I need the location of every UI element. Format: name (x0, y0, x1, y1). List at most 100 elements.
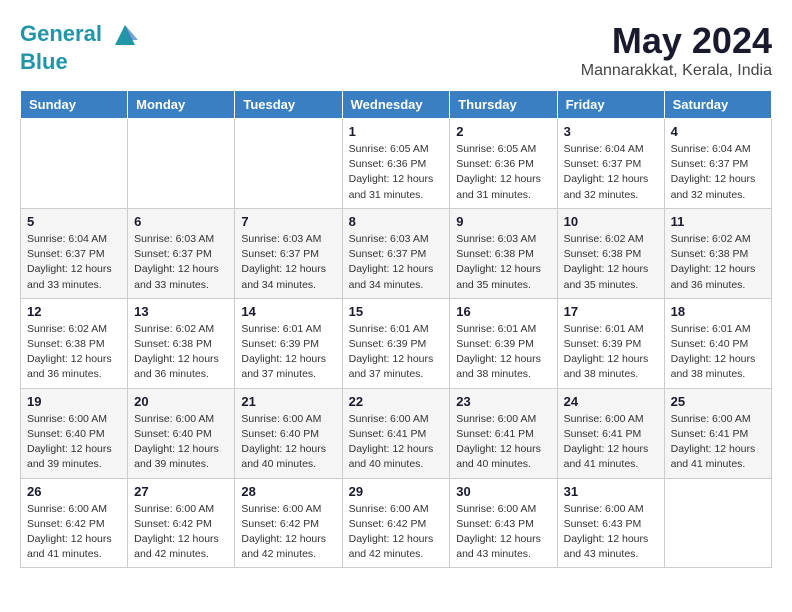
calendar-cell: 31 Sunrise: 6:00 AMSunset: 6:43 PMDayligh… (557, 478, 664, 568)
weekday-header-sunday: Sunday (21, 91, 128, 119)
day-info: Sunrise: 6:01 AMSunset: 6:39 PMDaylight:… (241, 322, 335, 383)
day-info: Sunrise: 6:00 AMSunset: 6:41 PMDaylight:… (349, 412, 444, 473)
calendar-cell: 28Sunrise: 6:00 AMSunset: 6:42 PMDayligh… (235, 478, 342, 568)
calendar-cell: 27 Sunrise: 6:00 AMSunset: 6:42 PMDayligh… (128, 478, 235, 568)
calendar-week-3: 12 Sunrise: 6:02 AMSunset: 6:38 PMDayligh… (21, 298, 772, 388)
day-number: 29 (349, 484, 444, 499)
day-number: 25 (671, 394, 765, 409)
calendar-header-row: SundayMondayTuesdayWednesdayThursdayFrid… (21, 91, 772, 119)
day-info: Sunrise: 6:00 AMSunset: 6:40 PMDaylight:… (27, 412, 121, 473)
day-number: 11 (671, 214, 765, 229)
calendar-cell: 18 Sunrise: 6:01 AMSunset: 6:40 PMDayligh… (664, 298, 771, 388)
day-number: 8 (349, 214, 444, 229)
subtitle: Mannarakkat, Kerala, India (581, 62, 772, 80)
day-number: 14 (241, 304, 335, 319)
weekday-header-saturday: Saturday (664, 91, 771, 119)
day-info: Sunrise: 6:02 AMSunset: 6:38 PMDaylight:… (564, 232, 658, 293)
calendar-cell: 17Sunrise: 6:01 AMSunset: 6:39 PMDayligh… (557, 298, 664, 388)
calendar-cell: 30 Sunrise: 6:00 AMSunset: 6:43 PMDayligh… (450, 478, 557, 568)
day-info: Sunrise: 6:05 AMSunset: 6:36 PMDaylight:… (349, 142, 444, 203)
day-number: 27 (134, 484, 228, 499)
weekday-header-monday: Monday (128, 91, 235, 119)
day-number: 9 (456, 214, 550, 229)
day-number: 30 (456, 484, 550, 499)
day-number: 6 (134, 214, 228, 229)
day-number: 1 (349, 124, 444, 139)
weekday-header-wednesday: Wednesday (342, 91, 450, 119)
weekday-header-friday: Friday (557, 91, 664, 119)
day-info: Sunrise: 6:00 AMSunset: 6:42 PMDaylight:… (134, 502, 228, 563)
day-info: Sunrise: 6:03 AMSunset: 6:37 PMDaylight:… (241, 232, 335, 293)
day-number: 23 (456, 394, 550, 409)
day-info: Sunrise: 6:00 AMSunset: 6:40 PMDaylight:… (241, 412, 335, 473)
calendar-week-2: 5 Sunrise: 6:04 AMSunset: 6:37 PMDaylight… (21, 208, 772, 298)
day-number: 13 (134, 304, 228, 319)
day-number: 4 (671, 124, 765, 139)
day-info: Sunrise: 6:03 AMSunset: 6:37 PMDaylight:… (134, 232, 228, 293)
calendar-cell: 16 Sunrise: 6:01 AMSunset: 6:39 PMDayligh… (450, 298, 557, 388)
calendar-cell: 23Sunrise: 6:00 AMSunset: 6:41 PMDayligh… (450, 388, 557, 478)
day-info: Sunrise: 6:04 AMSunset: 6:37 PMDaylight:… (671, 142, 765, 203)
calendar-cell: 4 Sunrise: 6:04 AMSunset: 6:37 PMDaylight… (664, 119, 771, 209)
day-info: Sunrise: 6:01 AMSunset: 6:39 PMDaylight:… (564, 322, 658, 383)
day-number: 12 (27, 304, 121, 319)
calendar-cell: 6 Sunrise: 6:03 AMSunset: 6:37 PMDaylight… (128, 208, 235, 298)
calendar-week-5: 26Sunrise: 6:00 AMSunset: 6:42 PMDayligh… (21, 478, 772, 568)
day-info: Sunrise: 6:00 AMSunset: 6:40 PMDaylight:… (134, 412, 228, 473)
day-info: Sunrise: 6:00 AMSunset: 6:43 PMDaylight:… (564, 502, 658, 563)
calendar-cell: 29 Sunrise: 6:00 AMSunset: 6:42 PMDayligh… (342, 478, 450, 568)
day-info: Sunrise: 6:05 AMSunset: 6:36 PMDaylight:… (456, 142, 550, 203)
day-number: 21 (241, 394, 335, 409)
day-info: Sunrise: 6:00 AMSunset: 6:41 PMDaylight:… (564, 412, 658, 473)
day-number: 10 (564, 214, 658, 229)
calendar-cell: 25 Sunrise: 6:00 AMSunset: 6:41 PMDayligh… (664, 388, 771, 478)
page-header: General Blue May 2024 Mannarakkat, Keral… (20, 20, 772, 80)
day-info: Sunrise: 6:02 AMSunset: 6:38 PMDaylight:… (671, 232, 765, 293)
day-number: 20 (134, 394, 228, 409)
calendar-cell (664, 478, 771, 568)
day-number: 5 (27, 214, 121, 229)
calendar-cell: 22 Sunrise: 6:00 AMSunset: 6:41 PMDayligh… (342, 388, 450, 478)
logo: General Blue (20, 20, 140, 74)
day-number: 31 (564, 484, 658, 499)
day-number: 18 (671, 304, 765, 319)
day-info: Sunrise: 6:00 AMSunset: 6:43 PMDaylight:… (456, 502, 550, 563)
calendar-cell (235, 119, 342, 209)
calendar-cell: 19 Sunrise: 6:00 AMSunset: 6:40 PMDayligh… (21, 388, 128, 478)
calendar-cell: 5 Sunrise: 6:04 AMSunset: 6:37 PMDaylight… (21, 208, 128, 298)
day-info: Sunrise: 6:01 AMSunset: 6:40 PMDaylight:… (671, 322, 765, 383)
logo-text: General (20, 20, 140, 50)
calendar-week-1: 1 Sunrise: 6:05 AMSunset: 6:36 PMDaylight… (21, 119, 772, 209)
day-info: Sunrise: 6:04 AMSunset: 6:37 PMDaylight:… (27, 232, 121, 293)
calendar-cell: 10 Sunrise: 6:02 AMSunset: 6:38 PMDayligh… (557, 208, 664, 298)
calendar-cell: 7 Sunrise: 6:03 AMSunset: 6:37 PMDaylight… (235, 208, 342, 298)
day-number: 7 (241, 214, 335, 229)
calendar-cell: 9Sunrise: 6:03 AMSunset: 6:38 PMDaylight… (450, 208, 557, 298)
day-info: Sunrise: 6:02 AMSunset: 6:38 PMDaylight:… (27, 322, 121, 383)
calendar-cell: 26Sunrise: 6:00 AMSunset: 6:42 PMDayligh… (21, 478, 128, 568)
calendar-cell (128, 119, 235, 209)
calendar-cell: 13 Sunrise: 6:02 AMSunset: 6:38 PMDayligh… (128, 298, 235, 388)
calendar-cell: 12 Sunrise: 6:02 AMSunset: 6:38 PMDayligh… (21, 298, 128, 388)
calendar-cell: 3 Sunrise: 6:04 AMSunset: 6:37 PMDaylight… (557, 119, 664, 209)
day-number: 3 (564, 124, 658, 139)
calendar-cell: 2 Sunrise: 6:05 AMSunset: 6:36 PMDaylight… (450, 119, 557, 209)
day-number: 16 (456, 304, 550, 319)
calendar-cell: 24 Sunrise: 6:00 AMSunset: 6:41 PMDayligh… (557, 388, 664, 478)
calendar-cell: 1 Sunrise: 6:05 AMSunset: 6:36 PMDaylight… (342, 119, 450, 209)
day-info: Sunrise: 6:02 AMSunset: 6:38 PMDaylight:… (134, 322, 228, 383)
main-title: May 2024 (581, 20, 772, 62)
calendar-cell (21, 119, 128, 209)
calendar-cell: 8Sunrise: 6:03 AMSunset: 6:37 PMDaylight… (342, 208, 450, 298)
day-number: 19 (27, 394, 121, 409)
day-number: 15 (349, 304, 444, 319)
day-info: Sunrise: 6:00 AMSunset: 6:41 PMDaylight:… (671, 412, 765, 473)
day-number: 24 (564, 394, 658, 409)
day-info: Sunrise: 6:04 AMSunset: 6:37 PMDaylight:… (564, 142, 658, 203)
day-info: Sunrise: 6:01 AMSunset: 6:39 PMDaylight:… (456, 322, 550, 383)
weekday-header-thursday: Thursday (450, 91, 557, 119)
day-number: 2 (456, 124, 550, 139)
day-number: 22 (349, 394, 444, 409)
day-info: Sunrise: 6:00 AMSunset: 6:42 PMDaylight:… (349, 502, 444, 563)
day-info: Sunrise: 6:00 AMSunset: 6:42 PMDaylight:… (241, 502, 335, 563)
